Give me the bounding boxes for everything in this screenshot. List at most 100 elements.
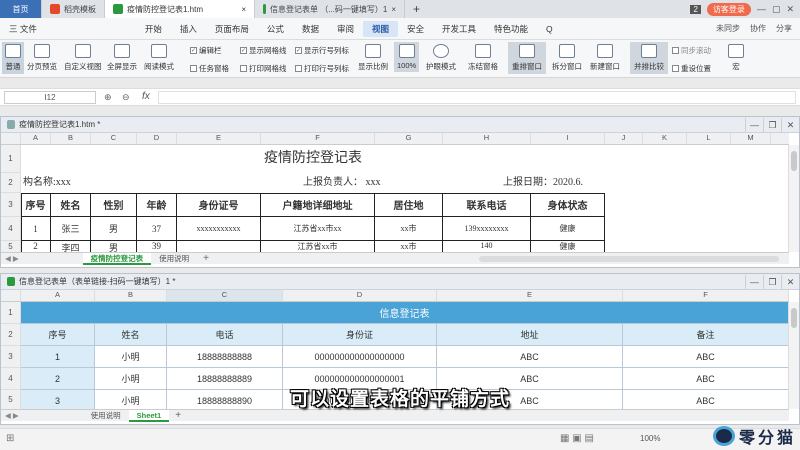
header-cell[interactable]: 性别: [91, 193, 137, 217]
checkbox-task-pane[interactable]: 任务窗格: [190, 63, 229, 74]
vertical-scrollbar[interactable]: [788, 145, 799, 252]
col-header-k[interactable]: K: [643, 133, 687, 144]
col-header-e[interactable]: E: [177, 133, 261, 144]
menu-file[interactable]: 三 文件: [0, 21, 46, 37]
column-title[interactable]: 序号: [21, 324, 95, 346]
table-cell[interactable]: 江苏省xx市xx: [261, 217, 375, 241]
menu-formula[interactable]: 公式: [258, 21, 293, 37]
table-cell[interactable]: 139xxxxxxxx: [443, 217, 531, 241]
col-header-d[interactable]: D: [137, 133, 177, 144]
menu-start[interactable]: 开始: [136, 21, 171, 37]
new-window-button[interactable]: 新建窗口: [590, 44, 620, 72]
table-cell[interactable]: 1: [21, 217, 51, 241]
col-header-c[interactable]: C: [167, 290, 283, 301]
col-header-m[interactable]: M: [731, 133, 771, 144]
restore-icon[interactable]: ❐: [763, 117, 781, 132]
row-header-3[interactable]: 3: [1, 346, 21, 368]
column-title[interactable]: 地址: [437, 324, 623, 346]
sheet-tab-epidemic[interactable]: 疫情防控登记表: [82, 252, 152, 265]
reporter-cell[interactable]: 上报负责人： xxx: [303, 173, 381, 193]
arrange-windows-button[interactable]: 重排窗口: [508, 42, 546, 74]
collaborate-button[interactable]: 协作: [750, 23, 766, 34]
column-title[interactable]: 身份证: [283, 324, 437, 346]
menu-page-layout[interactable]: 页面布局: [206, 21, 258, 37]
table-cell[interactable]: 000000000000000000: [283, 346, 437, 368]
visitor-login-button[interactable]: 访客登录: [706, 2, 751, 16]
table-cell[interactable]: 140: [443, 241, 531, 252]
zoom-button[interactable]: 显示比例: [358, 44, 388, 72]
header-cell[interactable]: 年龄: [137, 193, 177, 217]
col-header-e[interactable]: E: [437, 290, 623, 301]
reading-mode-button[interactable]: 阅读模式: [144, 44, 174, 72]
table-cell[interactable]: 江苏省xx市: [261, 241, 375, 252]
table-cell[interactable]: 健康: [531, 217, 605, 241]
table-cell[interactable]: ABC: [437, 346, 623, 368]
menu-review[interactable]: 审阅: [328, 21, 363, 37]
eye-protection-button[interactable]: 护眼模式: [426, 44, 456, 72]
zoom-in-icon[interactable]: ⊕: [104, 92, 112, 103]
minimize-icon[interactable]: —: [745, 274, 763, 289]
close-icon[interactable]: ×: [241, 5, 246, 14]
side-by-side-button[interactable]: 并排比较: [630, 42, 668, 74]
zoom-100-button[interactable]: 100%: [394, 42, 420, 72]
fx-icon[interactable]: fx: [142, 91, 150, 102]
col-header-j[interactable]: J: [605, 133, 643, 144]
document-title[interactable]: 疫情防控登记表: [21, 145, 605, 173]
add-sheet-icon[interactable]: +: [169, 410, 187, 421]
table-cell[interactable]: 男: [91, 241, 137, 252]
col-header-i[interactable]: I: [531, 133, 605, 144]
org-name-cell[interactable]: 构名称:xxx: [23, 173, 71, 193]
row-header-3[interactable]: 3: [1, 193, 21, 217]
col-header-b[interactable]: B: [95, 290, 167, 301]
search-icon[interactable]: Q: [537, 21, 562, 37]
table-cell[interactable]: xxxxxxxxxxx: [177, 217, 261, 241]
new-tab-button[interactable]: +: [405, 0, 428, 18]
column-title[interactable]: 电话: [167, 324, 283, 346]
table-cell[interactable]: xx市: [375, 241, 443, 252]
fullscreen-button[interactable]: 全屏显示: [107, 44, 137, 72]
row-header-2[interactable]: 2: [1, 173, 21, 193]
table-cell[interactable]: ABC: [623, 346, 789, 368]
sheet-tab-instructions[interactable]: 使用说明: [151, 253, 197, 265]
view-mode-icon[interactable]: ▦ ▣ ▤: [560, 433, 594, 444]
close-icon[interactable]: ✕: [781, 274, 799, 289]
table-cell[interactable]: 2: [21, 241, 51, 252]
col-header-a[interactable]: A: [21, 290, 95, 301]
maximize-icon[interactable]: ▢: [772, 4, 781, 15]
zoom-out-icon[interactable]: ⊖: [122, 92, 130, 103]
close-icon[interactable]: ×: [391, 5, 396, 14]
name-box[interactable]: I12: [4, 91, 96, 104]
row-header-5[interactable]: 5: [1, 241, 21, 252]
report-date-cell[interactable]: 上报日期：2020.6.: [503, 173, 583, 193]
menu-data[interactable]: 数据: [293, 21, 328, 37]
custom-view-button[interactable]: 自定义视图: [64, 44, 102, 72]
row-header-4[interactable]: 4: [1, 217, 21, 241]
close-window-icon[interactable]: ✕: [786, 4, 794, 15]
row-header-1[interactable]: 1: [1, 302, 21, 324]
header-cell[interactable]: 序号: [21, 193, 51, 217]
sheet-tab-instructions[interactable]: 使用说明: [83, 410, 129, 422]
table-cell[interactable]: 健康: [531, 241, 605, 252]
formula-input[interactable]: [158, 91, 796, 104]
sync-scroll-button[interactable]: 同步滚动: [672, 45, 711, 56]
row-header-1[interactable]: 1: [1, 145, 21, 173]
row-header-2[interactable]: 2: [1, 324, 21, 346]
col-header-f[interactable]: F: [261, 133, 375, 144]
sheet-nav-icon[interactable]: ◀ ▶: [1, 254, 23, 263]
minimize-icon[interactable]: —: [745, 117, 763, 132]
checkbox-gridlines[interactable]: ✓ 显示网格线: [240, 45, 287, 56]
table-cell[interactable]: [177, 241, 261, 252]
table-cell[interactable]: 37: [137, 217, 177, 241]
sheet-tab-sheet1[interactable]: Sheet1: [128, 409, 170, 422]
table-cell[interactable]: 小明: [95, 346, 167, 368]
table-cell[interactable]: 张三: [51, 217, 91, 241]
col-header-g[interactable]: G: [375, 133, 443, 144]
table-cell[interactable]: 39: [137, 241, 177, 252]
table-title[interactable]: 信息登记表: [21, 302, 789, 324]
column-title[interactable]: 备注: [623, 324, 789, 346]
restore-icon[interactable]: ❐: [763, 274, 781, 289]
split-window-button[interactable]: 拆分窗口: [552, 44, 582, 72]
col-header-a[interactable]: A: [21, 133, 51, 144]
table-cell[interactable]: xx市: [375, 217, 443, 241]
col-header-h[interactable]: H: [443, 133, 531, 144]
